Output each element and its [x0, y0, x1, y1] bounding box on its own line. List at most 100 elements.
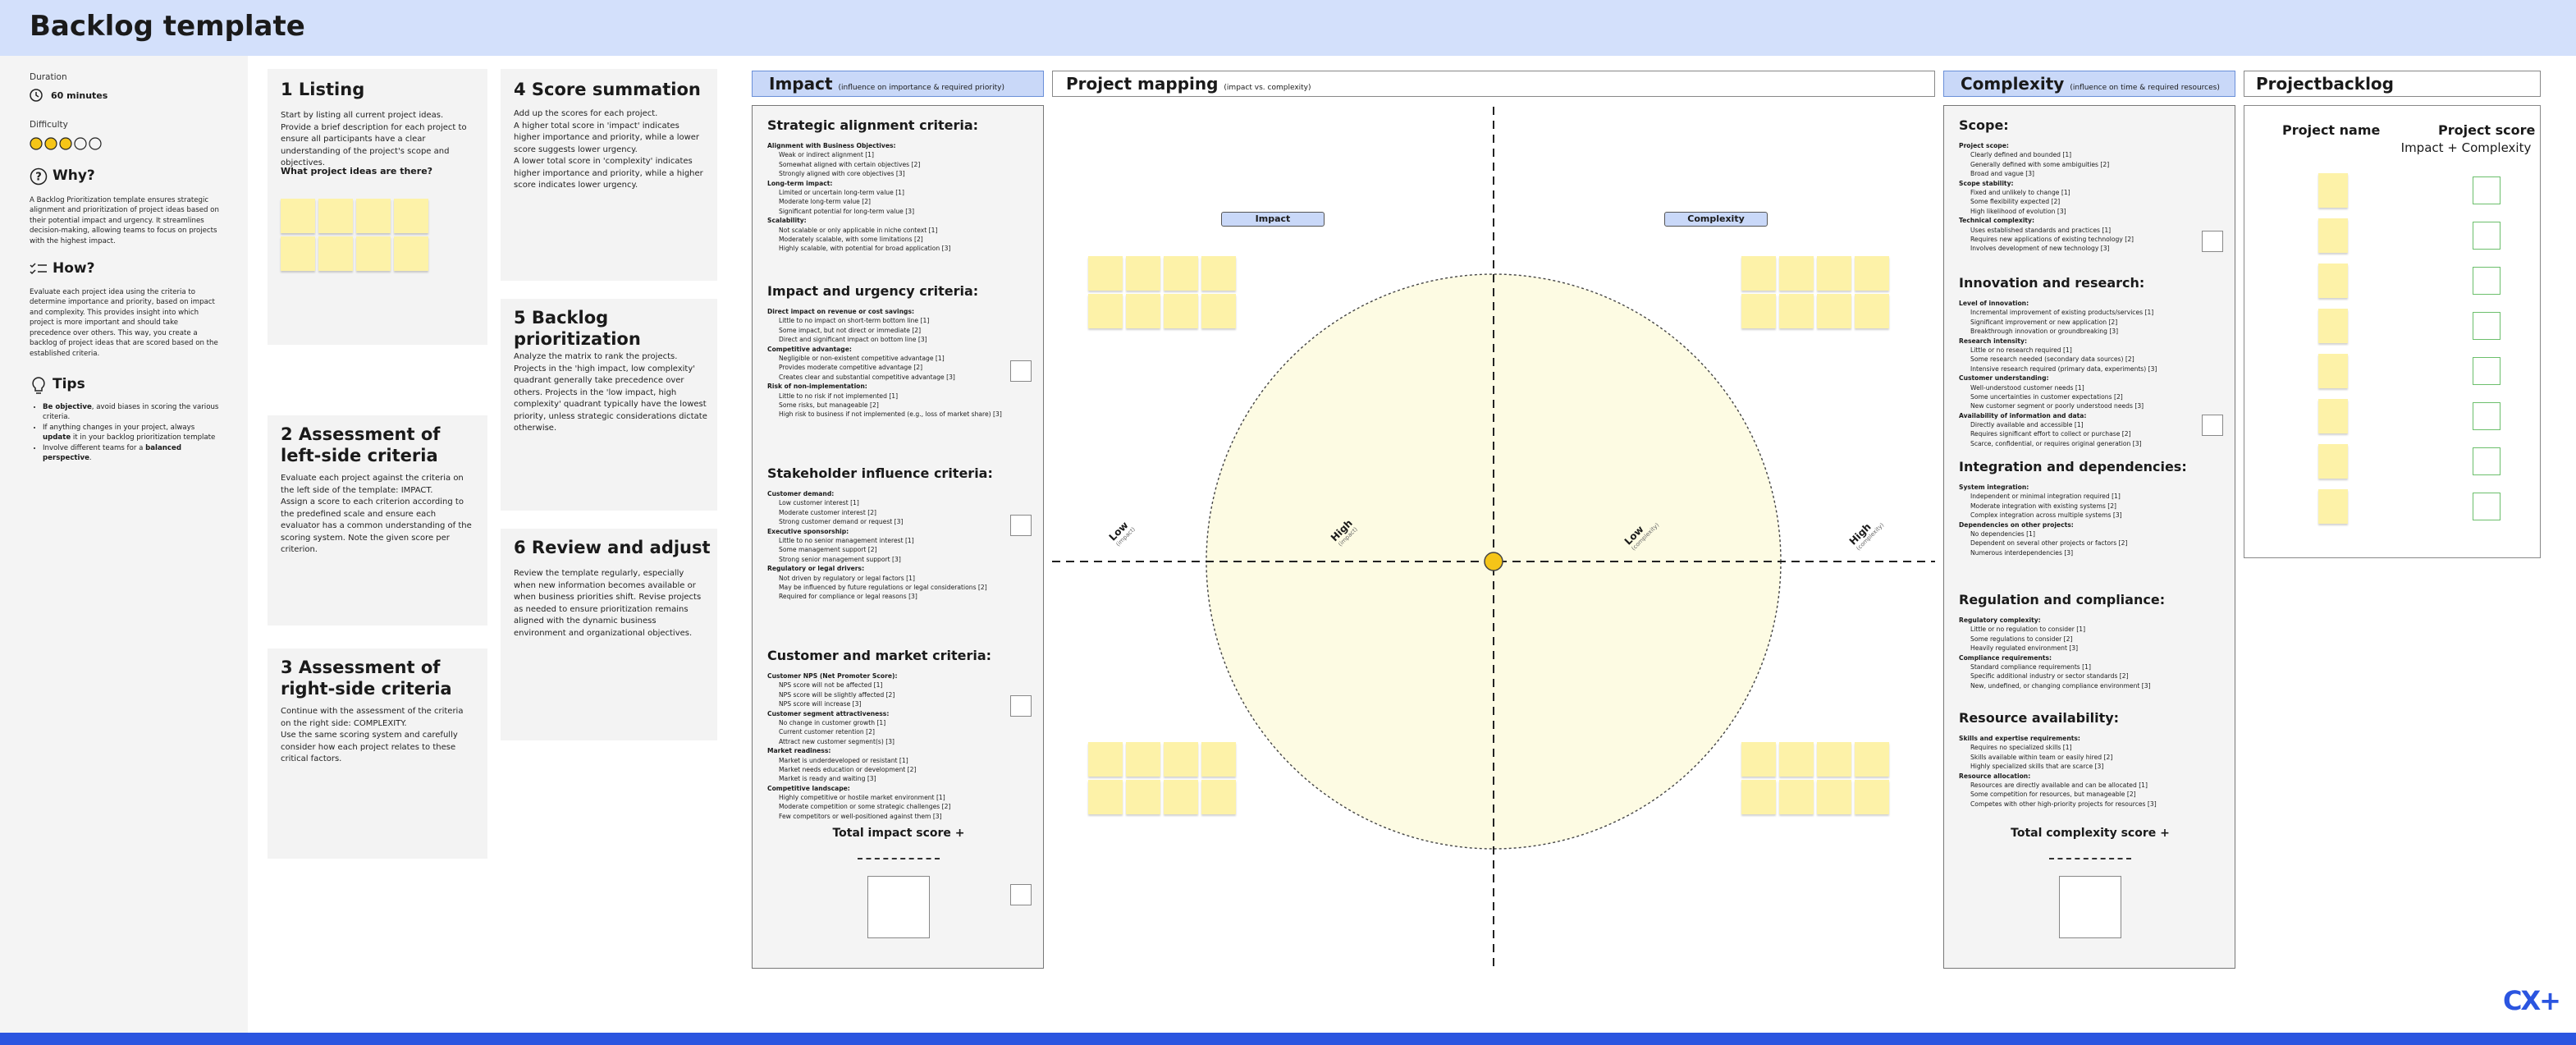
sticky-note[interactable]	[1201, 294, 1236, 328]
complexity-total-box[interactable]	[2059, 876, 2121, 938]
impact-option: Little to no impact on short-term bottom…	[779, 317, 930, 325]
impact-section-title: Impact and urgency criteria:	[767, 283, 979, 299]
sticky-note[interactable]	[1164, 256, 1198, 291]
backlog-project-sticky[interactable]	[2318, 399, 2348, 433]
sticky-note[interactable]	[1088, 780, 1123, 814]
sticky-note[interactable]	[1126, 256, 1160, 291]
impact-option: NPS score will increase [3]	[779, 700, 862, 708]
sticky-note[interactable]	[1817, 742, 1851, 777]
backlog-project-sticky[interactable]	[2318, 489, 2348, 524]
impact-option: Weak or indirect alignment [1]	[779, 151, 874, 159]
backlog-score-box[interactable]	[2473, 402, 2501, 430]
sticky-note[interactable]	[1164, 742, 1198, 777]
sticky-note[interactable]	[1201, 256, 1236, 291]
complexity-section: Regulation and compliance: Regulatory com…	[1959, 580, 2205, 690]
sticky-note[interactable]	[1201, 742, 1236, 777]
sticky-note[interactable]	[394, 199, 428, 233]
difficulty-label: Difficulty	[30, 120, 68, 130]
backlog-score-box[interactable]	[2473, 222, 2501, 250]
sticky-note[interactable]	[1088, 742, 1123, 777]
complexity-group-name: Customer understanding:	[1959, 374, 2049, 383]
complexity-subtitle: (influence on time & required resources)	[2070, 84, 2220, 92]
sticky-note[interactable]	[281, 236, 315, 271]
backlog-project-sticky[interactable]	[2318, 173, 2348, 208]
backlog-score-box[interactable]	[2473, 493, 2501, 520]
sticky-note[interactable]	[356, 236, 391, 271]
backlog-score-box[interactable]	[2473, 312, 2501, 340]
sticky-note[interactable]	[1817, 256, 1851, 291]
sticky-note[interactable]	[1741, 742, 1776, 777]
sticky-note[interactable]	[1741, 256, 1776, 291]
sticky-note[interactable]	[1817, 294, 1851, 328]
step-5-text: Analyze the matrix to rank the projects.…	[514, 352, 707, 433]
sticky-note[interactable]	[1779, 780, 1814, 814]
sticky-note[interactable]	[1126, 780, 1160, 814]
impact-group-name: Executive sponsorship:	[767, 527, 849, 535]
impact-group-name: Customer demand:	[767, 490, 835, 497]
sticky-note[interactable]	[1855, 294, 1889, 328]
impact-option: Attract new customer segment(s) [3]	[779, 737, 895, 745]
backlog-project-sticky[interactable]	[2318, 309, 2348, 343]
impact-score-box[interactable]	[1010, 515, 1032, 536]
tip-item: Involve different teams for a balanced p…	[43, 443, 223, 464]
sticky-note[interactable]	[1126, 294, 1160, 328]
impact-score-box[interactable]	[1010, 695, 1032, 717]
impact-total-label: Total impact score +	[832, 827, 965, 840]
complexity-group-name: Availability of information and data:	[1959, 411, 2087, 419]
impact-axis-pill: Impact	[1221, 212, 1325, 227]
backlog-project-sticky[interactable]	[2318, 354, 2348, 388]
sticky-note[interactable]	[1164, 294, 1198, 328]
sticky-note[interactable]	[1741, 294, 1776, 328]
sticky-note[interactable]	[1164, 780, 1198, 814]
complexity-score-box[interactable]	[2202, 231, 2223, 252]
sticky-note[interactable]	[1126, 742, 1160, 777]
why-title: Why?	[53, 167, 95, 184]
sticky-note[interactable]	[1201, 780, 1236, 814]
impact-option: Little to no risk if not implemented [1]	[779, 392, 899, 400]
step-6-panel: 6 Review and adjust Review the template …	[501, 529, 717, 740]
impact-option: Low customer interest [1]	[779, 499, 859, 507]
sticky-note[interactable]	[318, 199, 353, 233]
sticky-note[interactable]	[394, 236, 428, 271]
complexity-option: Significant improvement or new applicati…	[1970, 318, 2118, 326]
sticky-note[interactable]	[318, 236, 353, 271]
impact-score-box[interactable]	[1010, 360, 1032, 382]
impact-option: Strong senior management support [3]	[779, 555, 901, 563]
sticky-note[interactable]	[1817, 780, 1851, 814]
sticky-note[interactable]	[1855, 256, 1889, 291]
impact-option: Little to no senior management interest …	[779, 536, 914, 544]
tips-list: Be objective, avoid biases in scoring th…	[43, 402, 223, 464]
backlog-project-sticky[interactable]	[2318, 218, 2348, 253]
backlog-score-box[interactable]	[2473, 267, 2501, 295]
complexity-option: Some uncertainties in customer expectati…	[1970, 392, 2123, 401]
tip-item: If anything changes in your project, alw…	[43, 423, 223, 443]
backlog-score-box[interactable]	[2473, 447, 2501, 475]
sticky-note[interactable]	[1088, 256, 1123, 291]
impact-score-box[interactable]	[1010, 884, 1032, 905]
step-4-panel: 4 Score summation Add up the scores for …	[501, 69, 717, 281]
sticky-note[interactable]	[1088, 294, 1123, 328]
complexity-axis-pill: Complexity	[1664, 212, 1768, 227]
backlog-score-box[interactable]	[2473, 357, 2501, 385]
backlog-project-sticky[interactable]	[2318, 264, 2348, 298]
backlog-score-box[interactable]	[2473, 176, 2501, 204]
complexity-score-box[interactable]	[2202, 415, 2223, 436]
backlog-project-sticky[interactable]	[2318, 444, 2348, 479]
complexity-option: Involves development of new technology […	[1970, 245, 2110, 253]
sticky-note[interactable]	[1779, 742, 1814, 777]
complexity-total-line	[2049, 858, 2131, 859]
complexity-title: Complexity	[1961, 74, 2065, 94]
sticky-note[interactable]	[1779, 294, 1814, 328]
impact-total-box[interactable]	[867, 876, 930, 938]
sticky-note[interactable]	[356, 199, 391, 233]
step-4-text: Add up the scores for each project. A hi…	[514, 109, 703, 190]
complexity-option: Resources are directly available and can…	[1970, 781, 2148, 789]
impact-section: Customer and market criteria: Customer NP…	[767, 636, 1013, 821]
sticky-note[interactable]	[1855, 780, 1889, 814]
sticky-note[interactable]	[1855, 742, 1889, 777]
sticky-note[interactable]	[1779, 256, 1814, 291]
complexity-option: Broad and vague [3]	[1970, 170, 2035, 178]
sticky-note[interactable]	[1741, 780, 1776, 814]
sidebar: Duration 60 minutes Difficulty ? Why? A …	[0, 56, 248, 1033]
sticky-note[interactable]	[281, 199, 315, 233]
